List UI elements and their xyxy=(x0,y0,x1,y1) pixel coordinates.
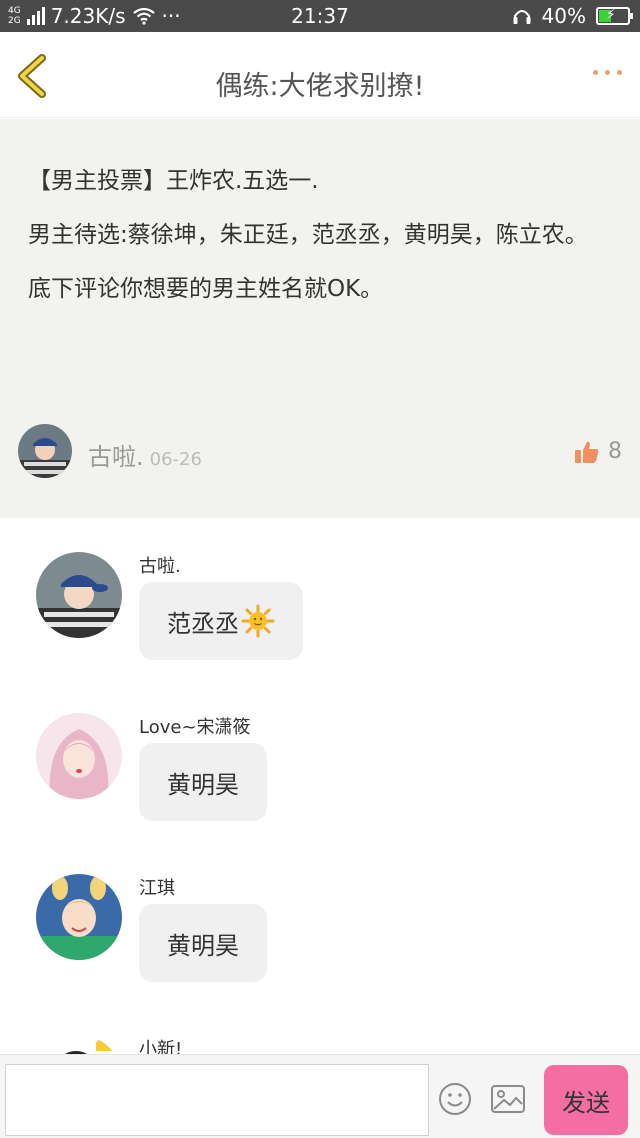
commenter-name[interactable]: 古啦. xyxy=(139,552,181,578)
page-title: 偶练:大佬求别撩! xyxy=(215,71,425,102)
post-card: 【男主投票】王炸农.五选一. 男主待选:蔡徐坤，朱正廷，范丞丞，黄明昊，陈立农。… xyxy=(0,119,640,518)
thumbs-up-icon xyxy=(575,441,599,463)
post-body: 【男主投票】王炸农.五选一. 男主待选:蔡徐坤，朱正廷，范丞丞，黄明昊，陈立农。… xyxy=(28,155,618,317)
commenter-name[interactable]: Love~宋潇筱 xyxy=(139,713,251,739)
commenter-avatar[interactable] xyxy=(36,874,122,960)
comment-bubble: 范丞丞 xyxy=(139,582,303,660)
comment-text: 黄明昊 xyxy=(167,770,239,799)
comment-input-bar: 发送 xyxy=(0,1054,640,1138)
comment-bubble: 黄明昊 xyxy=(139,743,267,821)
emoji-button[interactable] xyxy=(438,1082,472,1116)
post-date: 06-26 xyxy=(149,449,202,470)
smiley-icon xyxy=(439,1083,471,1115)
image-button[interactable] xyxy=(490,1084,526,1114)
commenter-avatar[interactable] xyxy=(36,552,122,638)
post-line: 底下评论你想要的男主姓名就OK。 xyxy=(28,276,384,302)
comment-text: 范丞丞 xyxy=(167,609,239,638)
battery-percent: 40% xyxy=(541,4,586,28)
image-icon xyxy=(491,1085,525,1113)
charging-icon: ⚡ xyxy=(606,7,616,23)
like-button[interactable]: 8 xyxy=(574,439,622,464)
more-dot-icon xyxy=(593,69,598,75)
author-info: 古啦. 06-26 xyxy=(88,437,202,472)
author-name[interactable]: 古啦. xyxy=(88,443,144,471)
status-right: 40% ⚡ xyxy=(512,4,633,28)
commenter-name[interactable]: 江琪 xyxy=(139,874,175,900)
author-avatar[interactable] xyxy=(18,424,72,478)
send-button[interactable]: 发送 xyxy=(544,1065,628,1135)
comment-text: 黄明昊 xyxy=(167,931,239,960)
nav-bar: 偶练:大佬求别撩! xyxy=(0,32,640,118)
comment-input[interactable] xyxy=(5,1064,429,1136)
like-count: 8 xyxy=(608,439,622,464)
post-line: 男主待选:蔡徐坤，朱正廷，范丞丞，黄明昊，陈立农。 xyxy=(28,222,588,248)
more-dot-icon xyxy=(605,69,610,75)
status-bar: 4G 2G 7.23K/s ··· 21:37 40% ⚡ xyxy=(0,0,640,32)
headset-icon xyxy=(513,10,531,24)
battery-icon: ⚡ xyxy=(596,7,633,25)
sun-emoji-icon xyxy=(241,604,275,638)
commenter-avatar[interactable] xyxy=(36,713,122,799)
more-dot-icon xyxy=(617,69,622,75)
more-options-button[interactable] xyxy=(593,62,622,82)
post-line: 【男主投票】王炸农.五选一. xyxy=(28,168,319,194)
comment-bubble: 黄明昊 xyxy=(139,904,267,982)
